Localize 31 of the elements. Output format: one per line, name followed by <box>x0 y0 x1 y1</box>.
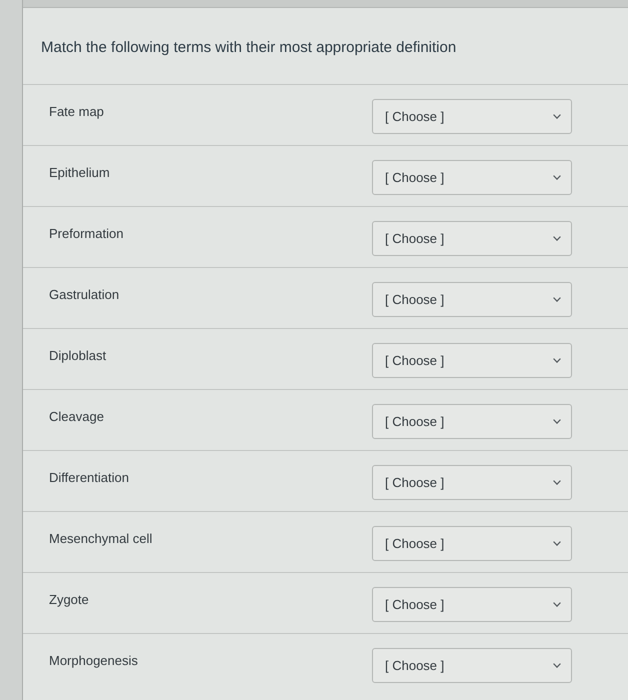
chevron-down-icon <box>553 297 561 302</box>
term-label: Diploblast <box>49 347 106 365</box>
term-label: Cleavage <box>49 408 104 426</box>
dropdown-select[interactable]: [ Choose ] <box>372 587 572 622</box>
dropdown-select[interactable]: [ Choose ] <box>372 160 572 195</box>
chevron-down-icon <box>553 602 561 607</box>
chevron-down-icon <box>553 114 561 119</box>
dropdown-select[interactable]: [ Choose ] <box>372 404 572 439</box>
term-label: Mesenchymal cell <box>49 530 152 548</box>
dropdown-select[interactable]: [ Choose ] <box>372 648 572 683</box>
chevron-down-icon <box>553 358 561 363</box>
dropdown-select[interactable]: [ Choose ] <box>372 221 572 256</box>
chevron-down-icon <box>553 175 561 180</box>
question-text: Match the following terms with their most appropriate definition <box>41 38 456 58</box>
chevron-down-icon <box>553 236 561 241</box>
term-label: Preformation <box>49 225 124 243</box>
chevron-down-icon <box>553 480 561 485</box>
chevron-down-icon <box>553 541 561 546</box>
term-label: Gastrulation <box>49 286 120 304</box>
chevron-down-icon <box>553 419 561 424</box>
term-label: Zygote <box>49 591 89 609</box>
dropdown-select[interactable]: [ Choose ] <box>372 99 572 134</box>
term-label: Morphogenesis <box>49 652 138 670</box>
chevron-down-icon <box>553 663 561 668</box>
dropdown-select[interactable]: [ Choose ] <box>372 526 572 561</box>
term-label: Epithelium <box>49 164 110 182</box>
term-label: Differentiation <box>49 469 129 487</box>
dropdown-select[interactable]: [ Choose ] <box>372 282 572 317</box>
term-label: Fate map <box>49 103 104 121</box>
dropdown-select[interactable]: [ Choose ] <box>372 343 572 378</box>
dropdown-select[interactable]: [ Choose ] <box>372 465 572 500</box>
